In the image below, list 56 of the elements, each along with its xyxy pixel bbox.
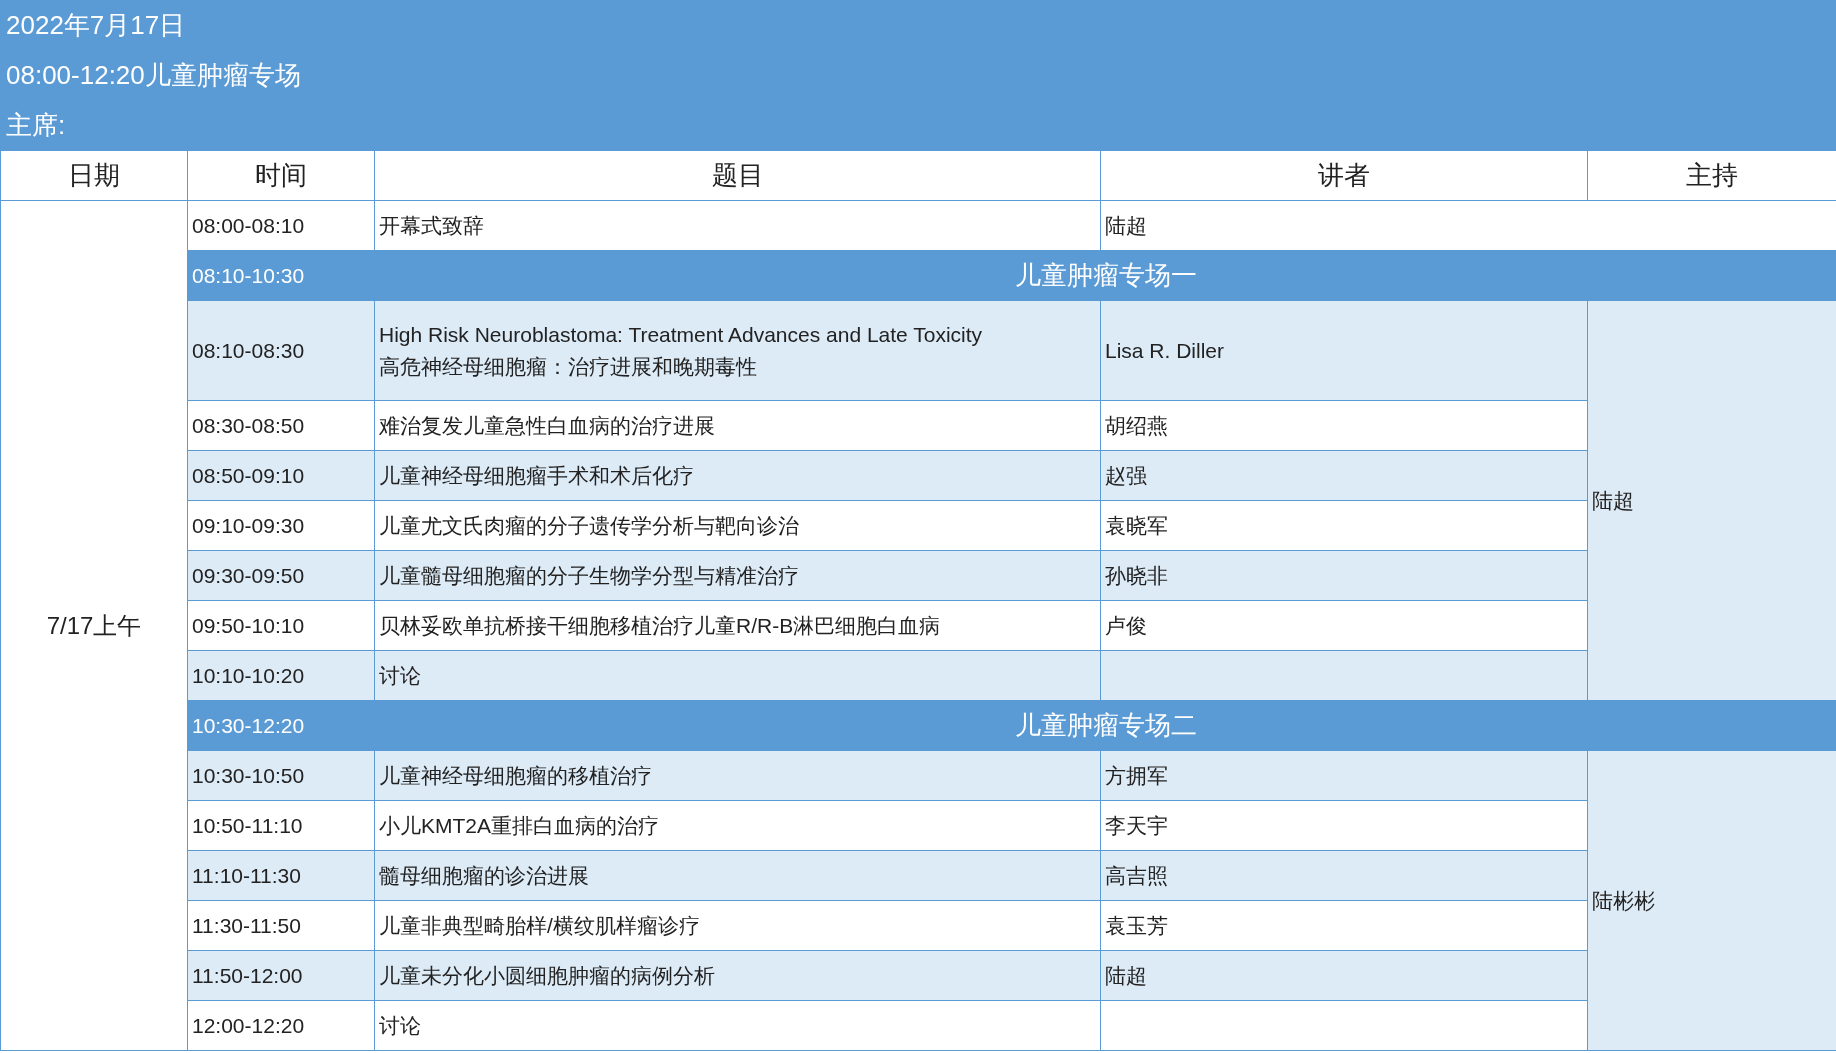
title-cell-text: 难治复发儿童急性白血病的治疗进展 [379, 412, 716, 439]
title-cell-text: High Risk Neuroblastoma: Treatment Advances and Late Toxicity [379, 322, 984, 348]
title-cell-text: 小儿KMT2A重排白血病的治疗 [379, 812, 660, 839]
section-title: 儿童肿瘤专场一 [1014, 260, 1197, 290]
time-cell: 11:50-12:00 [192, 963, 303, 987]
subtitle-text: 高危神经母细胞瘤：治疗进展和晚期毒性 [379, 353, 758, 380]
speaker-cell: 赵强 [1105, 463, 1147, 487]
time-cell: 08:10-08:30 [192, 338, 305, 362]
time-cell: 08:30-08:50 [192, 413, 305, 437]
title-cell-text: 儿童非典型畸胎样/横纹肌样瘤诊疗 [379, 912, 701, 939]
title-cell-text: 贝林妥欧单抗桥接干细胞移植治疗儿童R/R-B淋巴细胞白血病 [379, 612, 942, 639]
speaker-cell: Lisa R. Diller [1105, 338, 1225, 362]
column-header: 题目 [711, 160, 764, 190]
title-cell: 开幕式致辞 [379, 213, 484, 237]
time-cell: 09:50-10:10 [192, 613, 305, 637]
time-cell: 10:50-11:10 [192, 813, 303, 837]
time-cell: 08:50-09:10 [192, 463, 305, 487]
time-cell: 09:10-09:30 [192, 513, 305, 537]
speaker-cell: 方拥军 [1105, 763, 1168, 787]
speaker-cell: 陆超 [1105, 963, 1147, 987]
date-cell: 7/17上午 [46, 611, 142, 639]
speaker-cell: 袁玉芳 [1105, 913, 1168, 937]
speaker-cell: 陆超 [1105, 213, 1147, 237]
session-title: 08:00-12:20儿童肿瘤专场 [6, 58, 302, 92]
time-cell: 08:00-08:10 [192, 213, 305, 237]
title-cell-text: 讨论 [379, 1012, 422, 1039]
speaker-cell: 孙晓非 [1105, 563, 1168, 587]
title-cell-text: 讨论 [379, 662, 422, 689]
time-cell: 10:10-10:20 [192, 663, 305, 687]
title-cell-text: 儿童神经母细胞瘤手术和术后化疗 [379, 462, 695, 489]
title-cell-text: 儿童尤文氏肉瘤的分子遗传学分析与靶向诊治 [379, 512, 800, 539]
title-cell-text: 儿童髓母细胞瘤的分子生物学分型与精准治疗 [379, 562, 800, 589]
time-cell: 10:30-10:50 [192, 763, 305, 787]
time-cell: 10:30-12:20 [192, 713, 305, 737]
speaker-cell: 袁晓军 [1105, 513, 1168, 537]
time-cell: 12:00-12:20 [192, 1013, 305, 1037]
column-header: 主持 [1686, 160, 1738, 190]
column-header: 时间 [255, 160, 307, 190]
host-cell: 陆超 [1592, 488, 1634, 512]
column-header: 讲者 [1318, 160, 1370, 190]
time-cell: 11:30-11:50 [192, 913, 301, 937]
section-title: 儿童肿瘤专场二 [1014, 710, 1197, 740]
title-cell-text: 儿童未分化小圆细胞肿瘤的病例分析 [379, 962, 716, 989]
host-cell: 陆彬彬 [1592, 888, 1655, 912]
time-cell: 09:30-09:50 [192, 563, 305, 587]
time-cell: 08:10-10:30 [192, 263, 305, 287]
chair-label: 主席: [6, 108, 67, 142]
event-date: 2022年7月17日 [6, 8, 187, 42]
column-header: 日期 [68, 160, 120, 190]
title-cell-text: 髓母细胞瘤的诊治进展 [379, 862, 590, 889]
speaker-cell: 卢俊 [1105, 613, 1147, 637]
title-cell-text: 儿童神经母细胞瘤的移植治疗 [379, 762, 653, 789]
speaker-cell: 李天宇 [1105, 813, 1168, 837]
time-cell: 11:10-11:30 [192, 863, 301, 887]
speaker-cell: 胡绍燕 [1105, 413, 1168, 437]
speaker-cell: 高吉照 [1105, 863, 1168, 887]
